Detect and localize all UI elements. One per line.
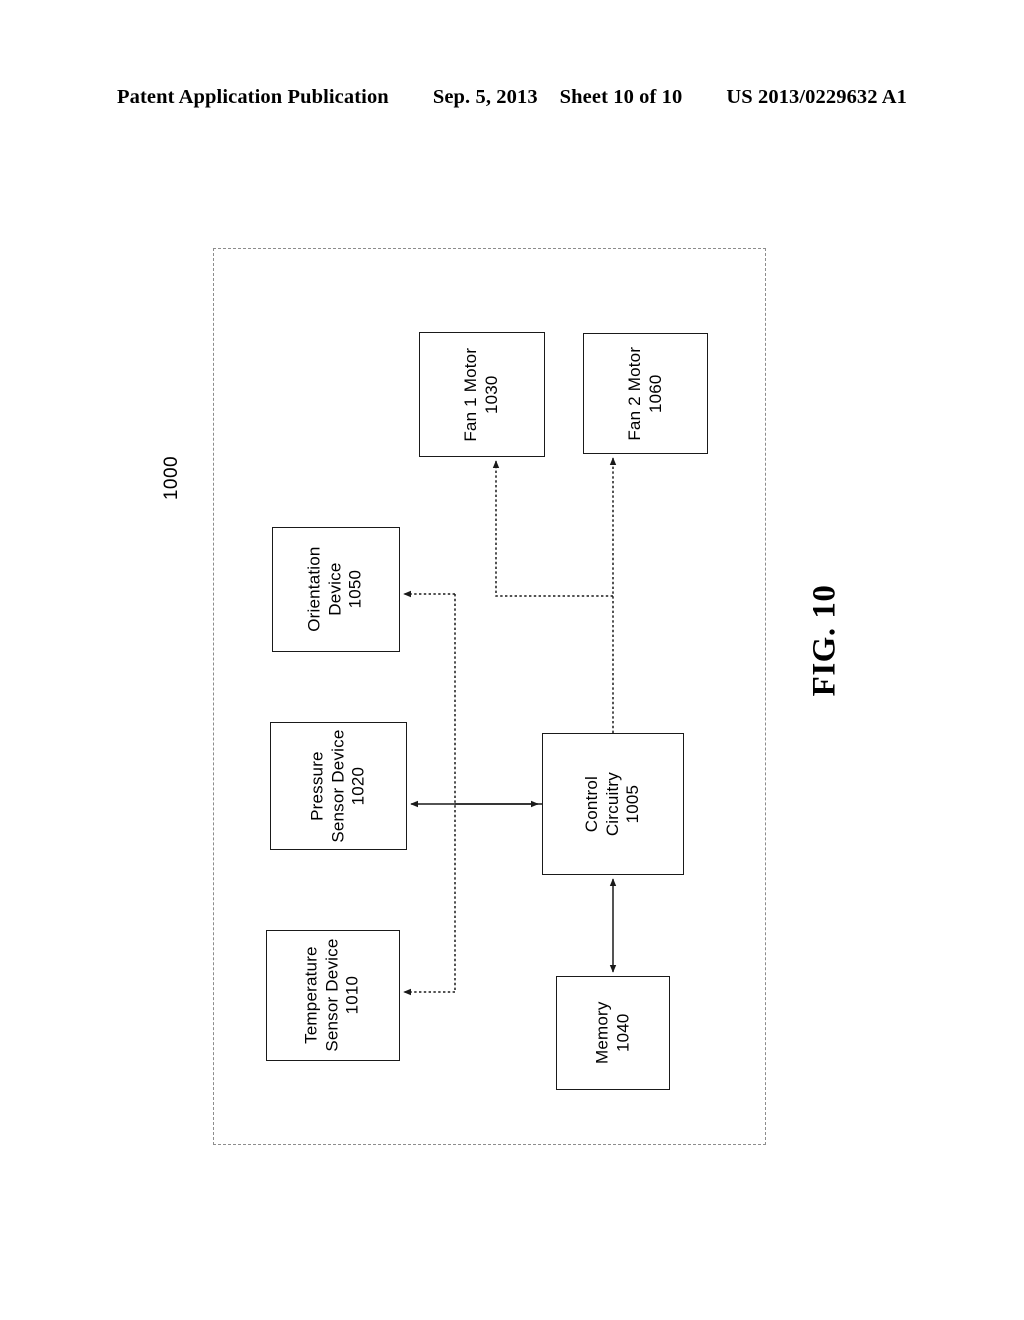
figure-canvas: 1000 Fan 1 Motor 1030 Fan 2 Motor 1060 O…	[0, 0, 1024, 1320]
block-temperature-sensor-device-line-3: 1010	[343, 976, 363, 1015]
block-orientation-device-line-3: 1050	[346, 570, 366, 609]
block-memory-line-2: 1040	[613, 1013, 632, 1053]
figure-caption-label: FIG. 10	[806, 584, 843, 696]
block-orientation-device-line-2: Device	[325, 562, 345, 617]
block-orientation-device[interactable]: Orientation Device 1050	[272, 527, 400, 652]
system-reference-numeral: 1000	[142, 438, 202, 518]
block-control-circuitry-line-2: Circuitry	[602, 771, 622, 837]
block-temperature-sensor-device-line-1: Temperature	[301, 946, 321, 1045]
block-fan-2-motor[interactable]: Fan 2 Motor 1060	[583, 333, 708, 454]
block-fan-2-motor-text: Fan 2 Motor 1060	[625, 347, 666, 441]
block-fan-1-motor-line-2: 1030	[481, 375, 501, 414]
system-reference-numeral-label: 1000	[161, 455, 182, 501]
block-fan-1-motor[interactable]: Fan 1 Motor 1030	[419, 332, 545, 457]
block-control-circuitry-line-1: Control	[581, 775, 601, 833]
block-orientation-device-line-1: Orientation	[304, 546, 324, 633]
block-pressure-sensor-device-line-2: Sensor Device	[328, 729, 348, 843]
block-fan-2-motor-line-2: 1060	[645, 374, 665, 413]
block-control-circuitry-line-3: 1005	[623, 784, 643, 824]
block-orientation-device-text: Orientation Device 1050	[305, 547, 367, 632]
block-memory-line-1: Memory	[592, 1001, 612, 1065]
block-control-circuitry-text: Control Circuitry 1005	[582, 772, 644, 836]
block-temperature-sensor-device-text: Temperature Sensor Device 1010	[302, 939, 364, 1052]
block-pressure-sensor-device[interactable]: Pressure Sensor Device 1020	[270, 722, 407, 850]
block-temperature-sensor-device[interactable]: Temperature Sensor Device 1010	[266, 930, 400, 1061]
block-memory[interactable]: Memory 1040	[556, 976, 670, 1090]
block-fan-1-motor-text: Fan 1 Motor 1030	[461, 348, 502, 442]
block-fan-1-motor-line-1: Fan 1 Motor	[461, 347, 481, 442]
block-memory-text: Memory 1040	[592, 1002, 633, 1065]
block-fan-2-motor-line-1: Fan 2 Motor	[624, 346, 644, 441]
figure-caption: FIG. 10	[775, 555, 875, 725]
block-temperature-sensor-device-line-2: Sensor Device	[322, 938, 342, 1053]
block-pressure-sensor-device-line-3: 1020	[348, 766, 368, 806]
block-control-circuitry[interactable]: Control Circuitry 1005	[542, 733, 684, 875]
block-pressure-sensor-device-line-1: Pressure	[307, 751, 327, 821]
block-pressure-sensor-device-text: Pressure Sensor Device 1020	[307, 729, 369, 842]
